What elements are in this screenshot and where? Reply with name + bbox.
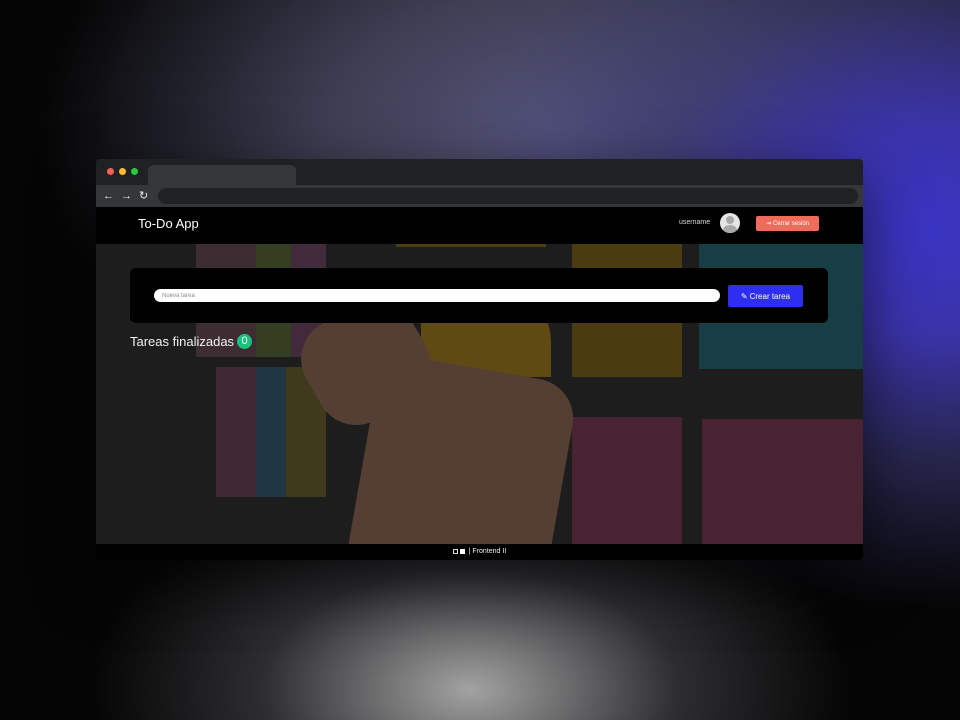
finished-tasks-title: Tareas finalizadas (130, 334, 235, 349)
logout-button[interactable]: ⇥ Cerrar sesión (756, 216, 819, 231)
window-close-dot[interactable] (107, 168, 114, 175)
browser-tab-bar (96, 159, 863, 185)
finished-tasks-heading: Tareas finalizadas 0 (130, 334, 253, 349)
app-brand: To-Do App (138, 216, 199, 231)
browser-tab[interactable] (148, 165, 296, 185)
logout-label: Cerrar sesión (773, 220, 810, 227)
footer-text: | Frontend II (468, 548, 507, 555)
square-outline-icon (452, 549, 458, 554)
new-task-input[interactable] (154, 289, 720, 302)
background-overlay (96, 207, 863, 560)
address-bar[interactable] (158, 188, 858, 204)
browser-toolbar: ← → ↻ (96, 185, 863, 207)
sign-out-icon: ⇥ (765, 221, 771, 227)
finished-tasks-count-badge: 0 (237, 334, 253, 349)
browser-window: ← → ↻ To-Do App username ⇥ Cerrar sesión… (96, 159, 863, 560)
reload-icon[interactable]: ↻ (139, 187, 148, 205)
new-task-form: ✎ Crear tarea (130, 268, 828, 323)
username-label: username (679, 219, 711, 226)
user-avatar-icon[interactable] (720, 213, 740, 233)
app-navbar: To-Do App username ⇥ Cerrar sesión (96, 207, 863, 244)
create-task-button[interactable]: ✎ Crear tarea (728, 285, 803, 307)
pencil-icon: ✎ (740, 291, 748, 301)
window-maximize-dot[interactable] (131, 168, 138, 175)
create-task-label: Crear tarea (749, 291, 791, 301)
page-footer: | Frontend II (96, 544, 863, 560)
window-minimize-dot[interactable] (119, 168, 126, 175)
square-filled-icon (459, 549, 465, 554)
forward-arrow-icon[interactable]: → (121, 187, 132, 205)
back-arrow-icon[interactable]: ← (103, 187, 114, 205)
page-viewport: To-Do App username ⇥ Cerrar sesión ✎ Cre… (96, 207, 863, 560)
